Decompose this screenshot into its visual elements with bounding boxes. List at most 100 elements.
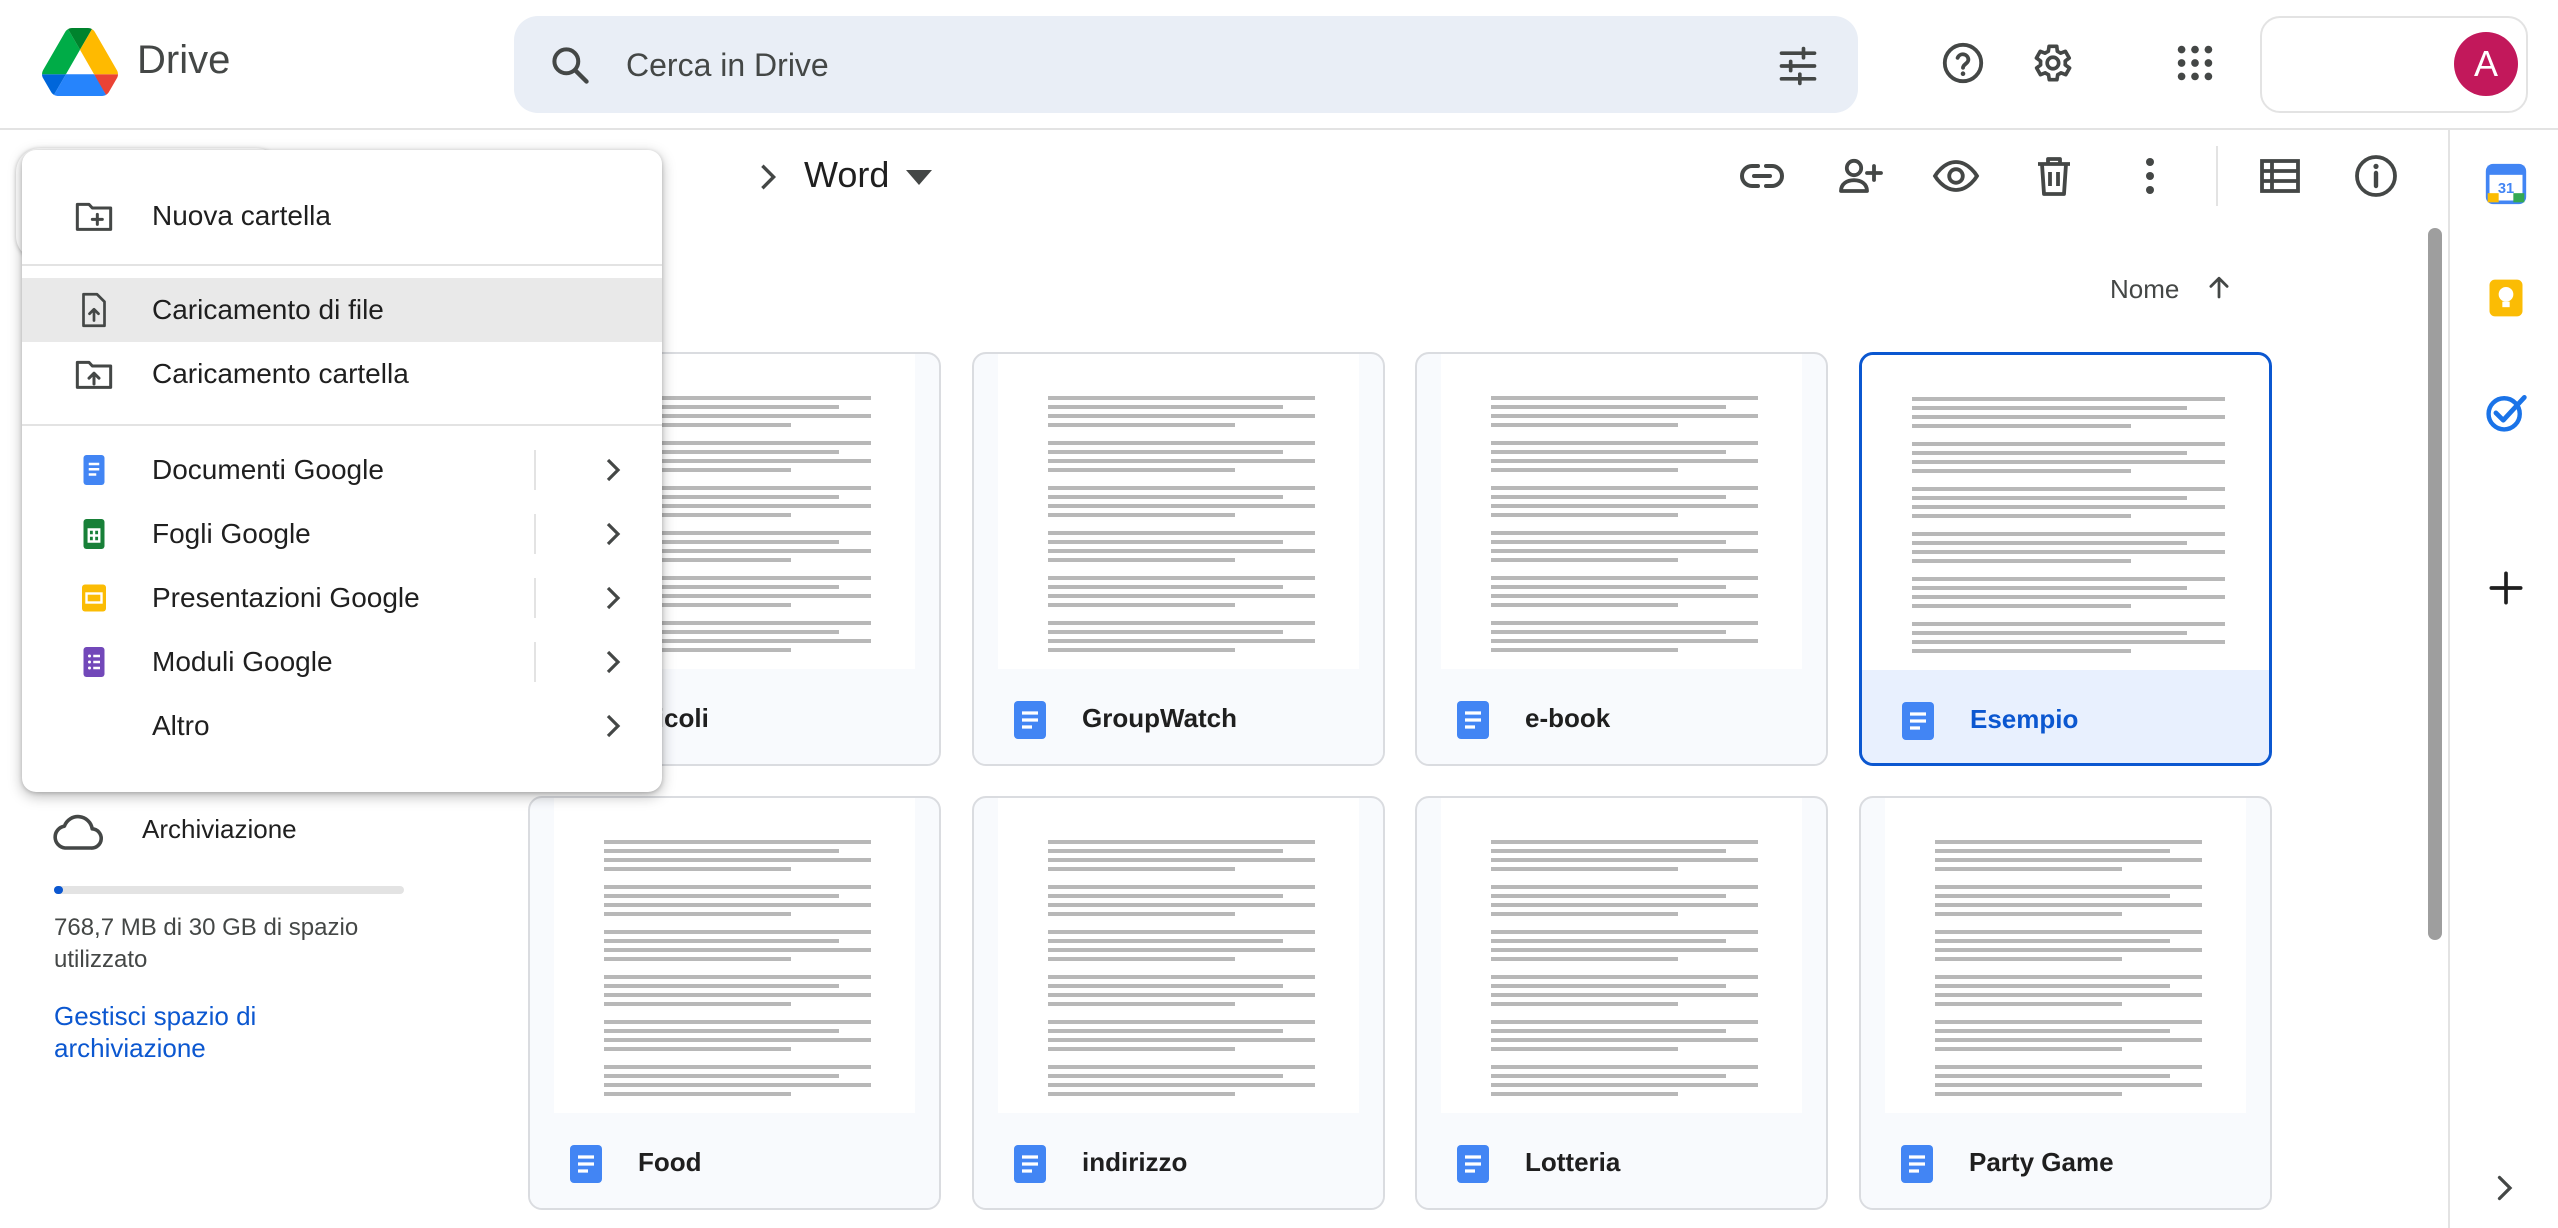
thumbnail-text-line (1048, 585, 1283, 589)
folder-menu-caret-icon[interactable] (906, 170, 932, 186)
google-calendar-icon[interactable]: 31 (2484, 162, 2528, 206)
thumbnail-text-line (1912, 397, 2225, 401)
thumbnail-text-line (1491, 840, 1758, 844)
thumbnail-text-block (1048, 486, 1315, 517)
file-card-selected[interactable]: Esempio (1859, 352, 2272, 766)
menu-item-google-docs[interactable]: Documenti Google (22, 438, 662, 502)
thumbnail-text-line (1491, 1038, 1758, 1042)
file-card[interactable]: GroupWatch (972, 352, 1385, 766)
google-docs-icon (1902, 702, 1934, 740)
thumbnail-text-line (1491, 984, 1726, 988)
search-bar[interactable] (514, 16, 1858, 113)
submenu-chevron-right-icon (606, 522, 621, 546)
breadcrumb-chevron-right-icon (761, 164, 777, 190)
thumbnail-text-line (1048, 540, 1283, 544)
thumbnail-text-block (1048, 840, 1315, 871)
google-docs-icon (570, 1145, 602, 1183)
thumbnail-text-block (1491, 531, 1758, 562)
thumbnail-text-line (1491, 1083, 1758, 1087)
sort-ascending-arrow-icon[interactable] (2204, 272, 2234, 302)
menu-item-google-forms[interactable]: Moduli Google (22, 630, 662, 694)
add-addon-plus-icon[interactable] (2484, 566, 2528, 610)
copy-link-icon[interactable] (1738, 152, 1786, 200)
thumbnail-text-line (1491, 1029, 1726, 1033)
file-name: Food (638, 1147, 702, 1177)
thumbnail-text-line (1491, 867, 1678, 871)
thumbnail-text-line (1048, 957, 1235, 961)
file-thumbnail (1441, 354, 1802, 669)
google-keep-icon[interactable] (2484, 276, 2528, 320)
thumbnail-text-block (1935, 1065, 2202, 1096)
settings-gear-icon[interactable] (2028, 40, 2074, 86)
storage-title[interactable]: Archiviazione (142, 814, 297, 845)
manage-storage-link[interactable]: Gestisci spazio di archiviazione (54, 1000, 374, 1064)
thumbnail-text-line (1048, 486, 1315, 490)
apps-grid-icon[interactable] (2172, 40, 2218, 86)
file-upload-icon (82, 292, 106, 328)
thumbnail-text-line (1491, 1065, 1758, 1069)
menu-item-google-sheets[interactable]: Fogli Google (22, 502, 662, 566)
google-forms-icon (83, 647, 105, 677)
thumbnail-text-line (1491, 558, 1678, 562)
storage-usage-fill (54, 886, 63, 894)
file-card[interactable]: Food (528, 796, 941, 1210)
avatar[interactable]: A (2454, 32, 2518, 96)
search-icon[interactable] (548, 43, 592, 87)
google-docs-icon (1457, 1145, 1489, 1183)
breadcrumb-current[interactable]: Word (804, 154, 889, 196)
file-card-footer: Esempio (1862, 670, 2269, 763)
thumbnail-text-line (1935, 1083, 2202, 1087)
thumbnail-text-line (1048, 1083, 1315, 1087)
info-icon[interactable] (2352, 152, 2400, 200)
file-card[interactable]: Party Game (1859, 796, 2272, 1210)
submenu-divider (534, 642, 536, 682)
file-card-footer: Party Game (1861, 1113, 2270, 1208)
menu-item-more[interactable]: Altro (22, 694, 662, 758)
thumbnail-text-line (1935, 1092, 2122, 1096)
help-icon[interactable] (1940, 40, 1986, 86)
search-input[interactable] (626, 40, 1626, 90)
share-add-person-icon[interactable] (1836, 152, 1884, 200)
file-card[interactable]: indirizzo (972, 796, 1385, 1210)
google-docs-icon (83, 455, 105, 485)
file-card[interactable]: Lotteria (1415, 796, 1828, 1210)
google-docs-icon (1014, 1145, 1046, 1183)
list-view-icon[interactable] (2256, 152, 2304, 200)
sort-label[interactable]: Nome (2110, 274, 2179, 305)
thumbnail-text-line (1048, 630, 1283, 634)
thumbnail-text-line (1048, 948, 1315, 952)
thumbnail-text-line (1935, 885, 2202, 889)
thumbnail-text-line (1912, 550, 2225, 554)
thumbnail-text-line (1491, 450, 1726, 454)
file-thumbnail (1441, 798, 1802, 1113)
menu-item-folder-upload[interactable]: Caricamento cartella (22, 342, 662, 406)
account-switcher[interactable]: A (2260, 16, 2528, 113)
menu-item-file-upload[interactable]: Caricamento di file (22, 278, 662, 342)
thumbnail-text-line (1912, 505, 2225, 509)
thumbnail-text-line (1912, 532, 2225, 536)
thumbnail-text-line (1935, 930, 2202, 934)
menu-item-label: Moduli Google (152, 646, 333, 677)
thumbnail-text-block (1935, 930, 2202, 961)
file-card[interactable]: e-book (1415, 352, 1828, 766)
thumbnail-text-line (1491, 912, 1678, 916)
thumbnail-text-block (604, 930, 871, 961)
menu-item-google-slides[interactable]: Presentazioni Google (22, 566, 662, 630)
thumbnail-text-line (1048, 639, 1315, 643)
file-card-footer: GroupWatch (974, 669, 1383, 764)
drive-logo-icon[interactable] (42, 28, 118, 96)
thumbnail-text-line (1912, 577, 2225, 581)
search-options-icon[interactable] (1776, 44, 1820, 88)
menu-item-new-folder[interactable]: Nuova cartella (22, 184, 662, 248)
thumbnail-text-line (1935, 849, 2170, 853)
google-tasks-icon[interactable] (2484, 390, 2528, 434)
thumbnail-text-line (604, 1047, 791, 1051)
expand-side-panel-chevron-icon[interactable] (2486, 1170, 2522, 1206)
vertical-scrollbar[interactable] (2428, 228, 2442, 940)
more-actions-icon[interactable] (2126, 152, 2174, 200)
thumbnail-text-line (1491, 495, 1726, 499)
trash-icon[interactable] (2030, 152, 2078, 200)
preview-eye-icon[interactable] (1932, 152, 1980, 200)
thumbnail-text-line (1491, 585, 1726, 589)
thumbnail-text-line (1491, 1020, 1758, 1024)
